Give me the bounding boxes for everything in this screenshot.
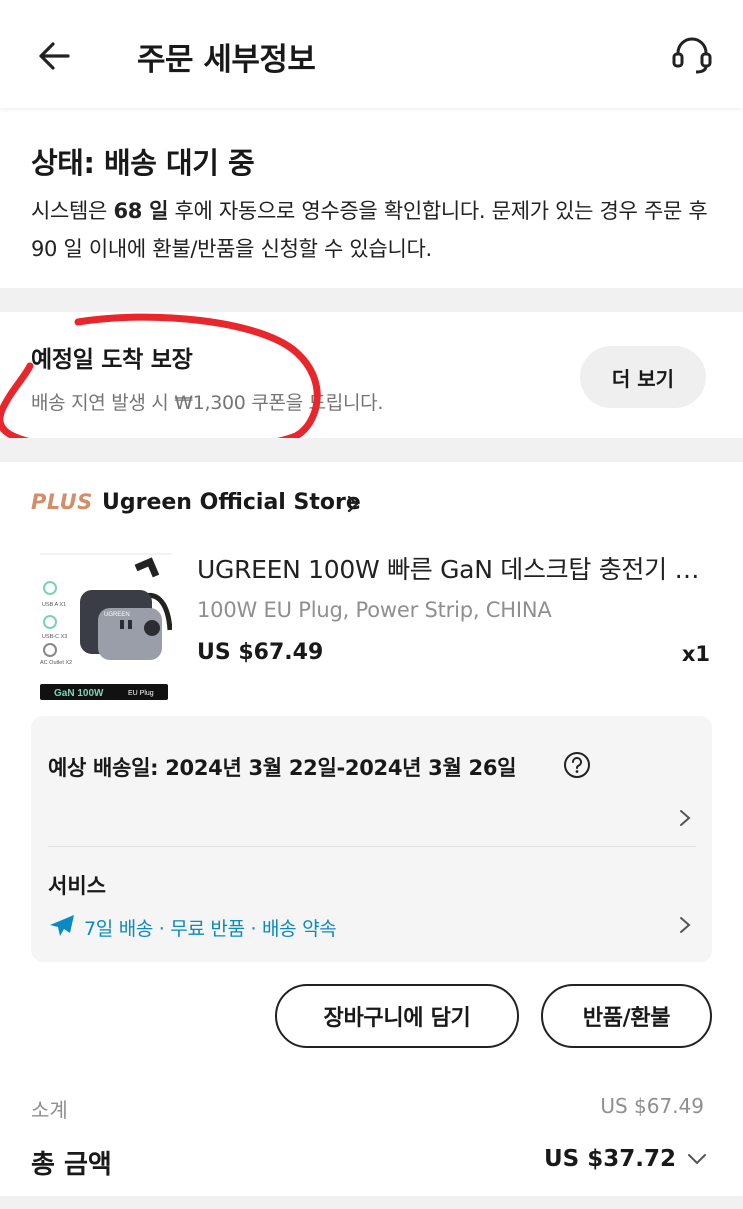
svg-text:GaN 100W: GaN 100W [54, 688, 104, 699]
page-title: 주문 세부정보 [137, 42, 316, 78]
auto-confirm-days: 68 일 [113, 199, 169, 223]
svg-text:EU Plug: EU Plug [128, 690, 154, 697]
chevron-down-icon[interactable] [687, 1152, 707, 1166]
subtotal-value: US $67.49 [600, 1094, 704, 1118]
svg-text:USB-C X3: USB-C X3 [42, 634, 67, 640]
see-more-button[interactable]: 더 보기 [580, 346, 706, 408]
order-status-section: 상태: 배송 대기 중 시스템은 68 일 후에 자동으로 영수증을 확인합니다… [0, 112, 743, 288]
chevron-right-icon[interactable] [346, 494, 360, 514]
section-divider [0, 438, 743, 462]
back-arrow-icon[interactable] [34, 36, 74, 76]
service-features[interactable]: 7일 배송 · 무료 반품 · 배송 약속 [84, 914, 337, 941]
plus-badge: PLUS [31, 490, 93, 514]
chevron-right-icon[interactable] [679, 809, 691, 827]
estimated-delivery-date: 예상 배송일: 2024년 3월 22일-2024년 3월 26일 [48, 756, 517, 780]
svg-text:USB A X1: USB A X1 [42, 602, 66, 608]
service-title: 서비스 [48, 874, 106, 898]
guarantee-title: 예정일 도착 보장 [31, 347, 193, 373]
headset-support-icon[interactable] [669, 32, 715, 78]
store-name-link[interactable]: Ugreen Official Store [102, 490, 361, 515]
product-variant: 100W EU Plug, Power Strip, CHINA [197, 598, 552, 622]
divider [48, 846, 696, 847]
arrival-guarantee-section: 예정일 도착 보장 배송 지연 발생 시 ₩1,300 쿠폰을 드립니다. 더 … [0, 312, 743, 438]
product-thumbnail[interactable]: USB A X1 USB-C X3 AC Outlet X2 UGREEN Ga… [40, 550, 172, 702]
total-value[interactable]: US $37.72 [544, 1146, 676, 1172]
section-divider [0, 288, 743, 312]
ac-outlet-icon [43, 643, 57, 657]
return-refund-button[interactable]: 반품/환불 [541, 984, 712, 1048]
order-item-section: PLUS Ugreen Official Store USB A X1 USB-… [0, 462, 743, 1196]
product-price: US $67.49 [197, 640, 324, 665]
question-circle-icon[interactable] [563, 751, 591, 779]
svg-text:AC Outlet X2: AC Outlet X2 [40, 660, 72, 666]
section-divider [0, 1196, 743, 1209]
top-app-bar: 주문 세부정보 [0, 0, 743, 108]
chevron-right-icon[interactable] [679, 916, 691, 934]
product-title[interactable]: UGREEN 100W 빠른 GaN 데스크탑 충전기 전원 스트립 [197, 550, 709, 586]
order-status-description: 시스템은 68 일 후에 자동으로 영수증을 확인합니다. 문제가 있는 경우 … [31, 199, 708, 261]
airplane-icon [50, 915, 74, 936]
total-label: 총 금액 [31, 1150, 112, 1180]
svg-text:UGREEN: UGREEN [104, 612, 130, 618]
order-status-title: 상태: 배송 대기 중 [31, 146, 255, 180]
subtotal-label: 소계 [31, 1098, 68, 1122]
guarantee-description: 배송 지연 발생 시 ₩1,300 쿠폰을 드립니다. [31, 392, 384, 414]
usb-a-port-icon [43, 581, 57, 595]
delivery-service-card: 예상 배송일: 2024년 3월 22일-2024년 3월 26일 서비스 7일… [31, 716, 712, 962]
product-quantity: x1 [681, 642, 710, 666]
usb-c-port-icon [43, 615, 57, 629]
add-to-cart-button[interactable]: 장바구니에 담기 [275, 984, 519, 1048]
